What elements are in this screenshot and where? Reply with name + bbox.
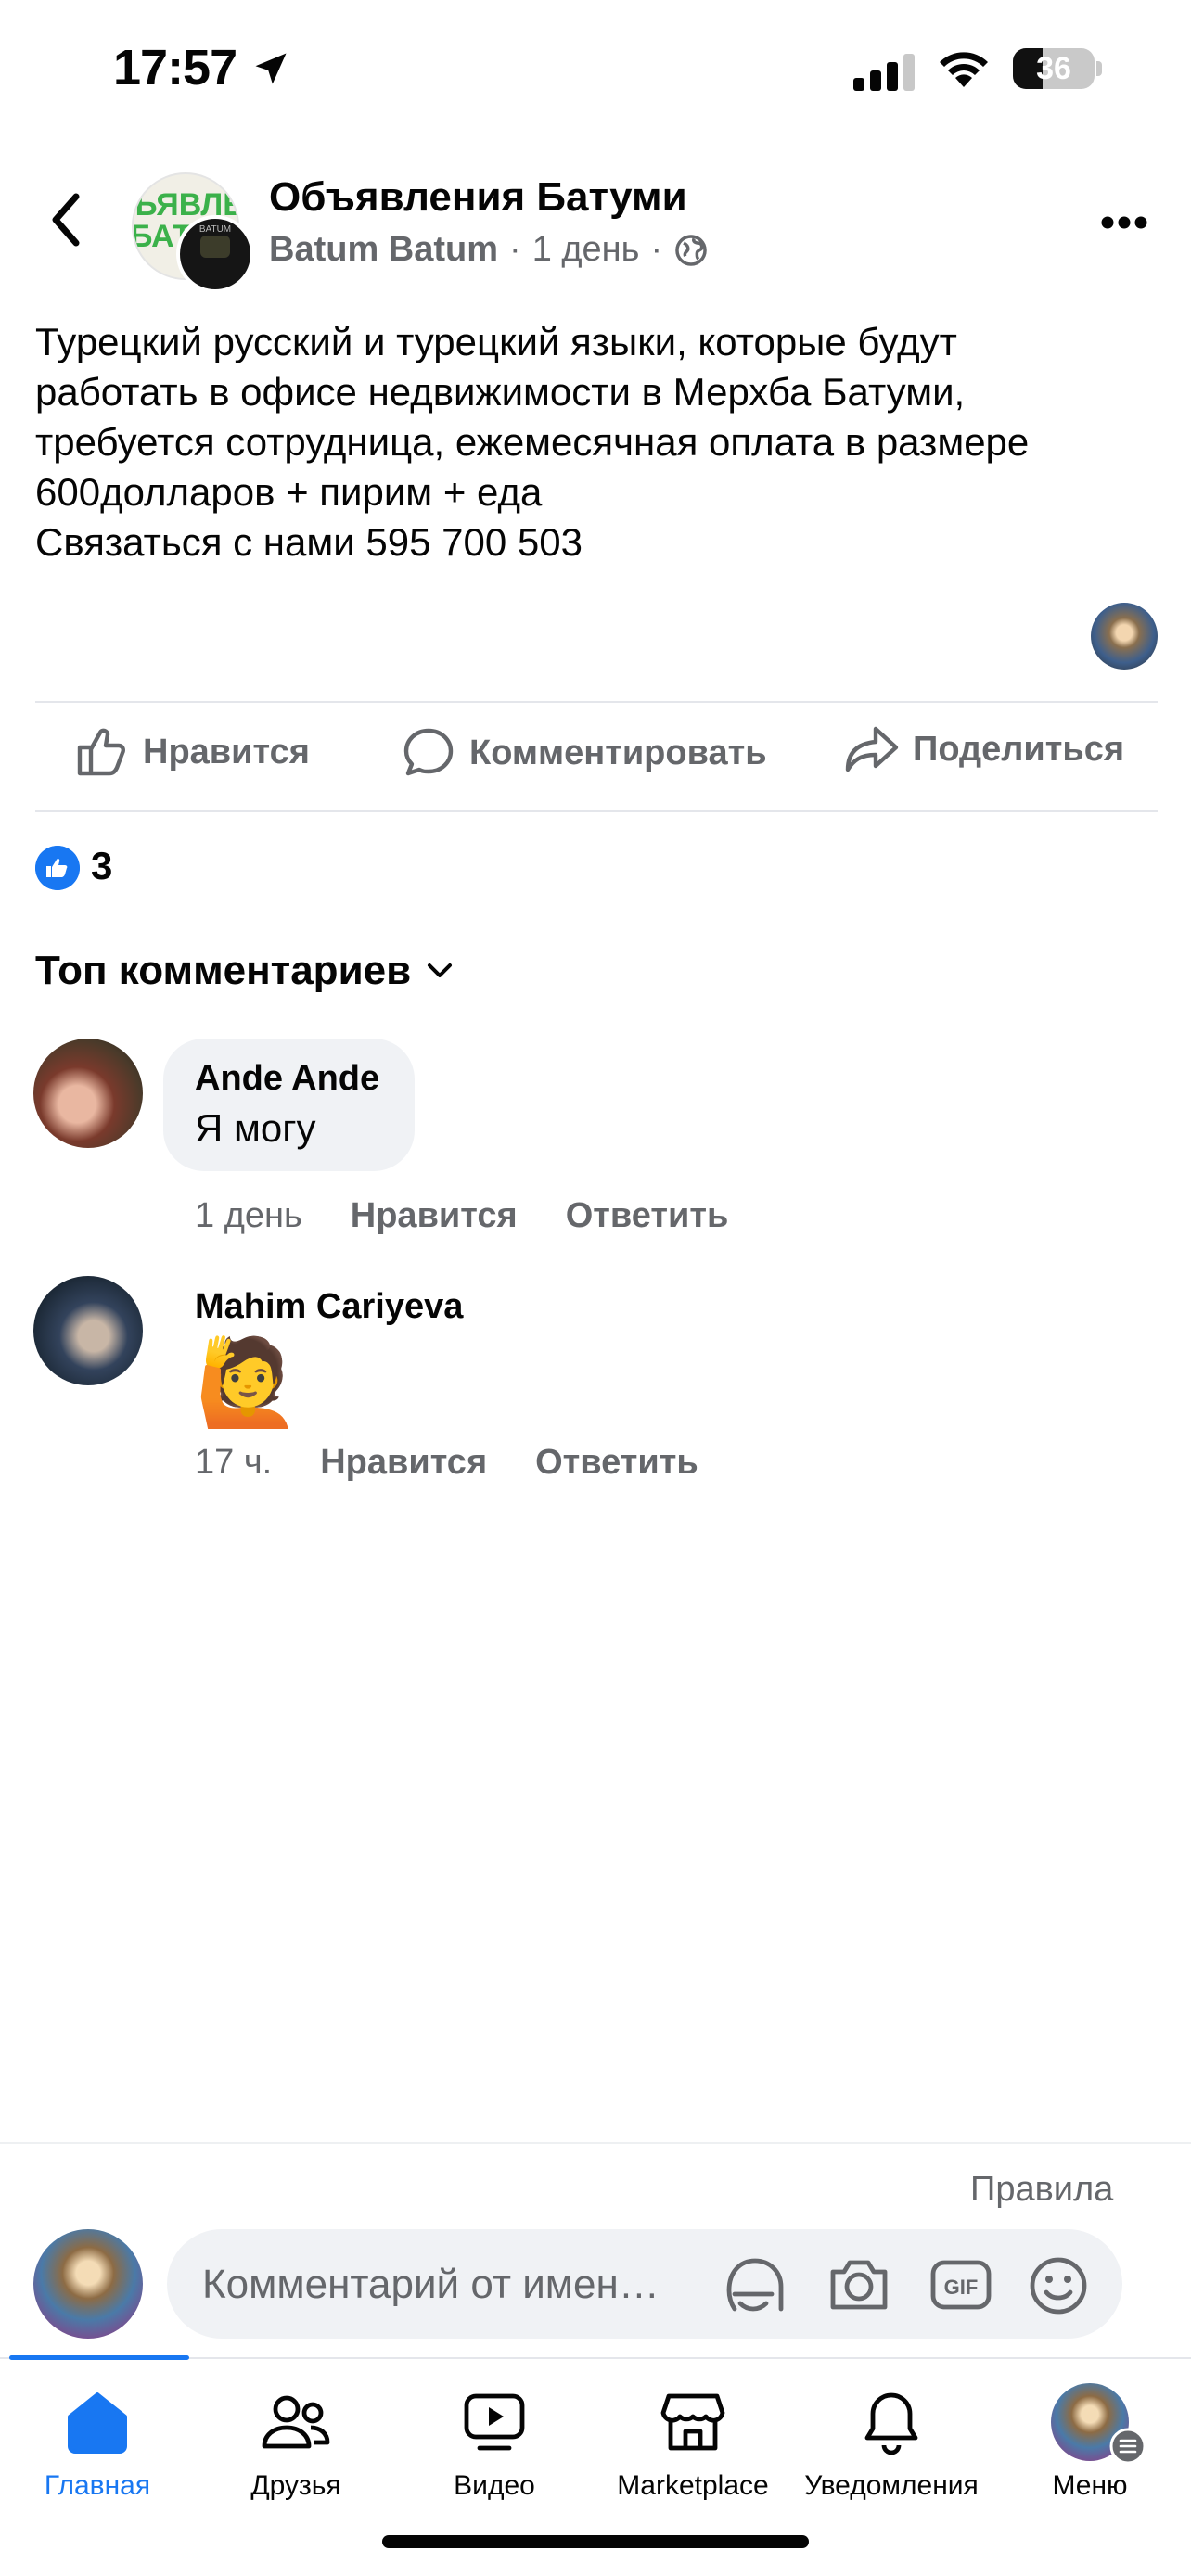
like-button[interactable]: Нравится xyxy=(74,725,310,779)
comment-avatar[interactable] xyxy=(33,1276,143,1385)
comment-icon xyxy=(403,728,454,776)
video-icon xyxy=(464,2393,525,2451)
page-avatar-text: BATUM xyxy=(198,224,232,235)
comment-time[interactable]: 17 ч. xyxy=(195,1443,272,1483)
comment-time[interactable]: 1 день xyxy=(195,1196,302,1236)
post-text: Турецкий русский и турецкий языки, котор… xyxy=(35,320,1030,564)
gif-icon[interactable]: GIF xyxy=(928,2253,994,2315)
nav-video[interactable]: Видео xyxy=(397,2379,592,2502)
comment-reply-button[interactable]: Ответить xyxy=(535,1443,698,1483)
nav-label: Главная xyxy=(44,2470,151,2501)
nav-notifications[interactable]: Уведомления xyxy=(794,2379,989,2502)
nav-label: Меню xyxy=(1052,2470,1128,2501)
battery-indicator: 36 xyxy=(1013,48,1095,89)
page-avatar[interactable]: BATUM xyxy=(176,215,254,293)
nav-label: Друзья xyxy=(250,2470,341,2501)
nav-friends[interactable]: Друзья xyxy=(198,2379,393,2502)
active-tab-indicator xyxy=(9,2355,189,2360)
location-arrow-icon xyxy=(255,53,287,84)
meta-separator: · xyxy=(509,230,521,269)
comment-text: Я могу xyxy=(195,1106,316,1150)
wifi-icon xyxy=(940,52,988,87)
menu-badge-icon xyxy=(1109,2428,1146,2465)
nav-label: Видео xyxy=(454,2470,535,2501)
user-avatar xyxy=(33,2229,143,2339)
comment-like-button[interactable]: Нравится xyxy=(351,1196,518,1236)
battery-level: 36 xyxy=(1036,51,1071,86)
comment-author[interactable]: Ande Ande xyxy=(195,1059,379,1099)
bell-icon xyxy=(864,2392,918,2455)
emoji-icon[interactable] xyxy=(1026,2253,1091,2318)
battery-nub xyxy=(1096,61,1102,76)
comment-sort-dropdown[interactable]: Топ комментариев xyxy=(35,948,454,994)
comment-bubble[interactable]: Ande Ande Я могу xyxy=(163,1039,416,1171)
comment-button[interactable]: Комментировать xyxy=(401,725,767,781)
thumbs-up-icon xyxy=(77,728,125,776)
share-label: Поделиться xyxy=(913,729,1125,769)
globe-icon xyxy=(675,234,707,266)
comment-meta: 1 день Нравится Ответить xyxy=(195,1196,776,1236)
post-meta: Batum Batum · 1 день · xyxy=(269,230,709,270)
divider xyxy=(35,701,1158,703)
cellular-signal-icon xyxy=(853,54,915,91)
home-indicator xyxy=(382,2535,809,2548)
comment-composer[interactable]: GIF xyxy=(167,2229,1122,2340)
nav-home[interactable]: Главная xyxy=(0,2379,195,2502)
comment-like-button[interactable]: Нравится xyxy=(320,1443,487,1483)
more-options-icon[interactable] xyxy=(1100,215,1148,230)
group-name[interactable]: Объявления Батуми xyxy=(269,174,687,221)
comment-meta: 17 ч. Нравится Ответить xyxy=(195,1443,747,1483)
comment-sort-label: Топ комментариев xyxy=(35,948,412,993)
home-icon xyxy=(68,2392,127,2454)
comment-reply-button[interactable]: Ответить xyxy=(566,1196,729,1236)
post-time[interactable]: 1 день xyxy=(532,230,640,270)
share-icon xyxy=(845,726,899,772)
post-author[interactable]: Batum Batum xyxy=(269,230,498,270)
status-time: 17:57 xyxy=(113,40,237,96)
divider xyxy=(35,810,1158,812)
like-reaction-icon[interactable] xyxy=(35,846,80,890)
avatar-sticker-icon[interactable] xyxy=(724,2253,788,2318)
like-label: Нравится xyxy=(143,732,310,772)
reader-avatar xyxy=(1091,603,1158,670)
friends-icon xyxy=(262,2395,330,2449)
comment-input[interactable] xyxy=(200,2229,724,2340)
comment-avatar[interactable] xyxy=(33,1039,143,1148)
comment-label: Комментировать xyxy=(469,733,767,772)
comment-author[interactable]: Mahim Cariyeva xyxy=(195,1287,463,1327)
nav-menu[interactable]: Меню xyxy=(992,2379,1187,2502)
nav-marketplace[interactable]: Marketplace xyxy=(596,2379,790,2502)
svg-text:GIF: GIF xyxy=(944,2276,979,2299)
reaction-count[interactable]: 3 xyxy=(91,844,112,888)
camera-icon[interactable] xyxy=(826,2253,892,2315)
comment-emoji: 🙋 xyxy=(195,1335,301,1430)
rules-link[interactable]: Правила xyxy=(970,2170,1113,2210)
nav-label: Уведомления xyxy=(804,2470,979,2501)
marketplace-icon xyxy=(660,2393,725,2451)
divider xyxy=(0,2142,1191,2144)
nav-label: Marketplace xyxy=(617,2470,769,2501)
page-avatar-logo xyxy=(200,236,230,258)
share-button[interactable]: Поделиться xyxy=(844,725,1124,773)
chevron-down-icon xyxy=(428,963,453,977)
back-arrow-icon[interactable] xyxy=(46,191,87,249)
meta-separator: · xyxy=(650,230,663,269)
